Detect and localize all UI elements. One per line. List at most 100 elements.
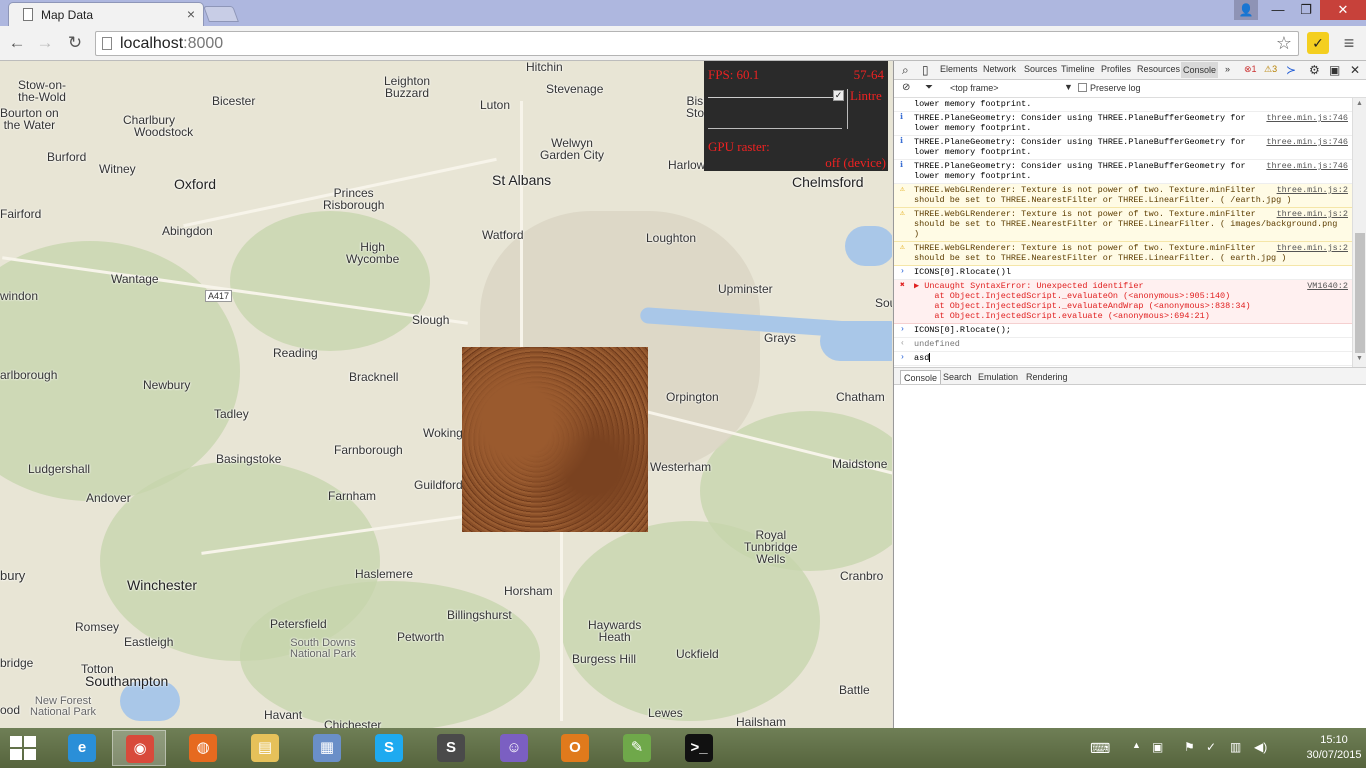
drawer-tab-emulation[interactable]: Emulation xyxy=(978,372,1018,382)
scroll-up-icon[interactable]: ▲ xyxy=(1356,100,1363,107)
network-icon[interactable]: ▥ xyxy=(1230,740,1241,754)
console-drawer-icon[interactable]: ≻ xyxy=(1286,63,1296,77)
error-count-badge[interactable]: ⊗1 xyxy=(1244,64,1257,75)
place-label: Sou xyxy=(875,296,892,310)
console-message[interactable]: › asd xyxy=(894,352,1352,366)
console-message[interactable]: ‹ undefined xyxy=(894,338,1352,352)
tab-resources[interactable]: Resources xyxy=(1137,64,1180,74)
console-source-link[interactable]: three.min.js:2 xyxy=(1277,185,1348,195)
back-button[interactable]: ← xyxy=(6,32,28,54)
context-dropdown-icon[interactable]: ▼ xyxy=(1064,82,1073,92)
taskbar-app-github[interactable]: ☺ xyxy=(487,730,541,766)
inspect-icon[interactable]: ⌕ xyxy=(902,63,909,78)
drawer-tab-console[interactable]: Console xyxy=(900,370,942,384)
more-tabs-icon[interactable]: » xyxy=(1225,64,1230,74)
user-icon[interactable]: 👤 xyxy=(1234,0,1258,20)
tab-sources[interactable]: Sources xyxy=(1024,64,1057,74)
start-button[interactable] xyxy=(10,736,36,760)
console-source-link[interactable]: three.min.js:746 xyxy=(1266,113,1348,123)
console-source-link[interactable]: VM1640:2 xyxy=(1307,281,1348,291)
console-message[interactable]: lower memory footprint. xyxy=(894,98,1352,112)
windows-logo-icon xyxy=(10,749,22,760)
console-message[interactable]: ⚠ THREE.WebGLRenderer: Texture is not pow… xyxy=(894,208,1352,242)
tab-timeline[interactable]: Timeline xyxy=(1061,64,1095,74)
drawer-tab-rendering[interactable]: Rendering xyxy=(1026,372,1068,382)
volume-icon[interactable]: ◀) xyxy=(1254,740,1267,754)
taskbar-app-command-prompt[interactable]: >_ xyxy=(672,730,726,766)
address-bar[interactable]: localhost:8000 ☆ xyxy=(95,31,1299,56)
extension-icon[interactable]: ✓ xyxy=(1307,32,1329,54)
drawer-tab-search[interactable]: Search xyxy=(943,372,972,382)
taskbar-app-file-explorer[interactable]: ▤ xyxy=(238,730,292,766)
device-mode-icon[interactable]: ▯ xyxy=(922,63,929,77)
console-source-link[interactable]: three.min.js:2 xyxy=(1277,209,1348,219)
settings-gear-icon[interactable]: ⚙ xyxy=(1309,63,1320,77)
taskbar-app-firefox[interactable]: ◍ xyxy=(176,730,230,766)
tray-check-icon[interactable]: ✓ xyxy=(1206,740,1216,754)
forward-button[interactable]: → xyxy=(34,32,56,54)
scrollbar-thumb[interactable] xyxy=(1355,233,1365,353)
tab-elements[interactable]: Elements xyxy=(940,64,978,74)
taskbar-app-chrome[interactable]: ◉ xyxy=(112,730,166,766)
taskbar-app-skype[interactable]: S xyxy=(362,730,416,766)
tab-network[interactable]: Network xyxy=(983,64,1016,74)
warning-count-badge[interactable]: ⚠3 xyxy=(1264,64,1277,75)
menu-icon[interactable]: ≡ xyxy=(1338,32,1360,54)
place-label: ood xyxy=(0,703,21,717)
tray-app-icon[interactable]: ▣ xyxy=(1152,740,1163,754)
maximize-button[interactable]: ❐ xyxy=(1292,0,1320,20)
console-source-link[interactable]: three.min.js:2 xyxy=(1277,243,1348,253)
reload-button[interactable]: ↻ xyxy=(64,32,86,54)
warn-icon: ⚠ xyxy=(900,209,905,218)
tab-profiles[interactable]: Profiles xyxy=(1101,64,1131,74)
dock-side-icon[interactable]: ▣ xyxy=(1329,63,1340,77)
earth-texture-plane[interactable] xyxy=(462,347,648,532)
console-message[interactable]: › ICONS[0].Rlocate()l xyxy=(894,266,1352,280)
fps-readout: FPS: 60.1 xyxy=(708,67,760,82)
new-tab-button[interactable] xyxy=(203,6,239,22)
tab-close-icon[interactable]: × xyxy=(187,6,195,22)
place-label: Uckfield xyxy=(676,647,719,661)
console-scrollbar[interactable]: ▲ ▼ xyxy=(1352,98,1366,367)
console-message[interactable]: ⚠ THREE.WebGLRenderer: Texture is not pow… xyxy=(894,184,1352,208)
place-label: Lewes xyxy=(648,706,683,720)
taskbar-app-internet-explorer[interactable]: e xyxy=(55,730,109,766)
flag-icon[interactable]: ⚑ xyxy=(1184,740,1195,754)
gpu-raster-label: GPU raster: xyxy=(708,139,770,154)
place-label: Eastleigh xyxy=(124,635,174,649)
filter-icon[interactable]: ⏷ xyxy=(925,82,933,93)
preserve-log-checkbox[interactable] xyxy=(1078,83,1087,92)
taskbar-app-calculator[interactable]: ▦ xyxy=(300,730,354,766)
taskbar-clock[interactable]: 15:10 30/07/2015 xyxy=(1306,733,1362,763)
console-message[interactable]: ✖ ▶ Uncaught SyntaxError: Unexpected iden… xyxy=(894,280,1352,324)
url-text[interactable]: localhost:8000 xyxy=(120,35,223,53)
taskbar-app-sublime-text[interactable]: S xyxy=(424,730,478,766)
console-message[interactable]: ⚠ THREE.WebGLRenderer: Texture is not pow… xyxy=(894,242,1352,266)
stats-checkbox[interactable]: ✓ xyxy=(833,90,844,101)
tab-console[interactable]: Console xyxy=(1181,62,1219,78)
console-message[interactable]: ℹ THREE.PlaneGeometry: Consider using THR… xyxy=(894,160,1352,184)
clear-console-icon[interactable]: ⊘ xyxy=(902,82,910,93)
keyboard-icon[interactable]: ⌨ xyxy=(1090,740,1110,757)
place-label: Battle xyxy=(839,683,870,697)
console-source-link[interactable]: three.min.js:746 xyxy=(1266,137,1348,147)
taskbar-app-notepad-plus[interactable]: ✎ xyxy=(610,730,664,766)
bookmark-star-icon[interactable]: ☆ xyxy=(1276,33,1292,54)
info-icon: ℹ xyxy=(900,161,904,170)
devtools-close-icon[interactable]: ✕ xyxy=(1350,63,1360,77)
minimize-button[interactable]: — xyxy=(1264,0,1292,20)
context-selector[interactable]: <top frame> xyxy=(950,83,999,93)
console-message[interactable]: ℹ THREE.PlaneGeometry: Consider using THR… xyxy=(894,136,1352,160)
console-source-link[interactable]: three.min.js:746 xyxy=(1266,161,1348,171)
place-label: Maidstone xyxy=(832,457,888,471)
terrain-patch xyxy=(230,211,430,351)
close-window-button[interactable]: ✕ xyxy=(1320,0,1366,20)
input-icon: › xyxy=(900,325,905,334)
place-label: Witney xyxy=(99,162,136,176)
console-message[interactable]: ℹ THREE.PlaneGeometry: Consider using THR… xyxy=(894,112,1352,136)
console-message[interactable]: › ICONS[0].Rlocate(); xyxy=(894,324,1352,338)
scroll-down-icon[interactable]: ▼ xyxy=(1356,355,1363,362)
tray-expand-icon[interactable]: ▲ xyxy=(1132,740,1141,750)
taskbar-app-outlook[interactable]: O xyxy=(548,730,602,766)
browser-tab[interactable]: Map Data × xyxy=(8,2,204,26)
